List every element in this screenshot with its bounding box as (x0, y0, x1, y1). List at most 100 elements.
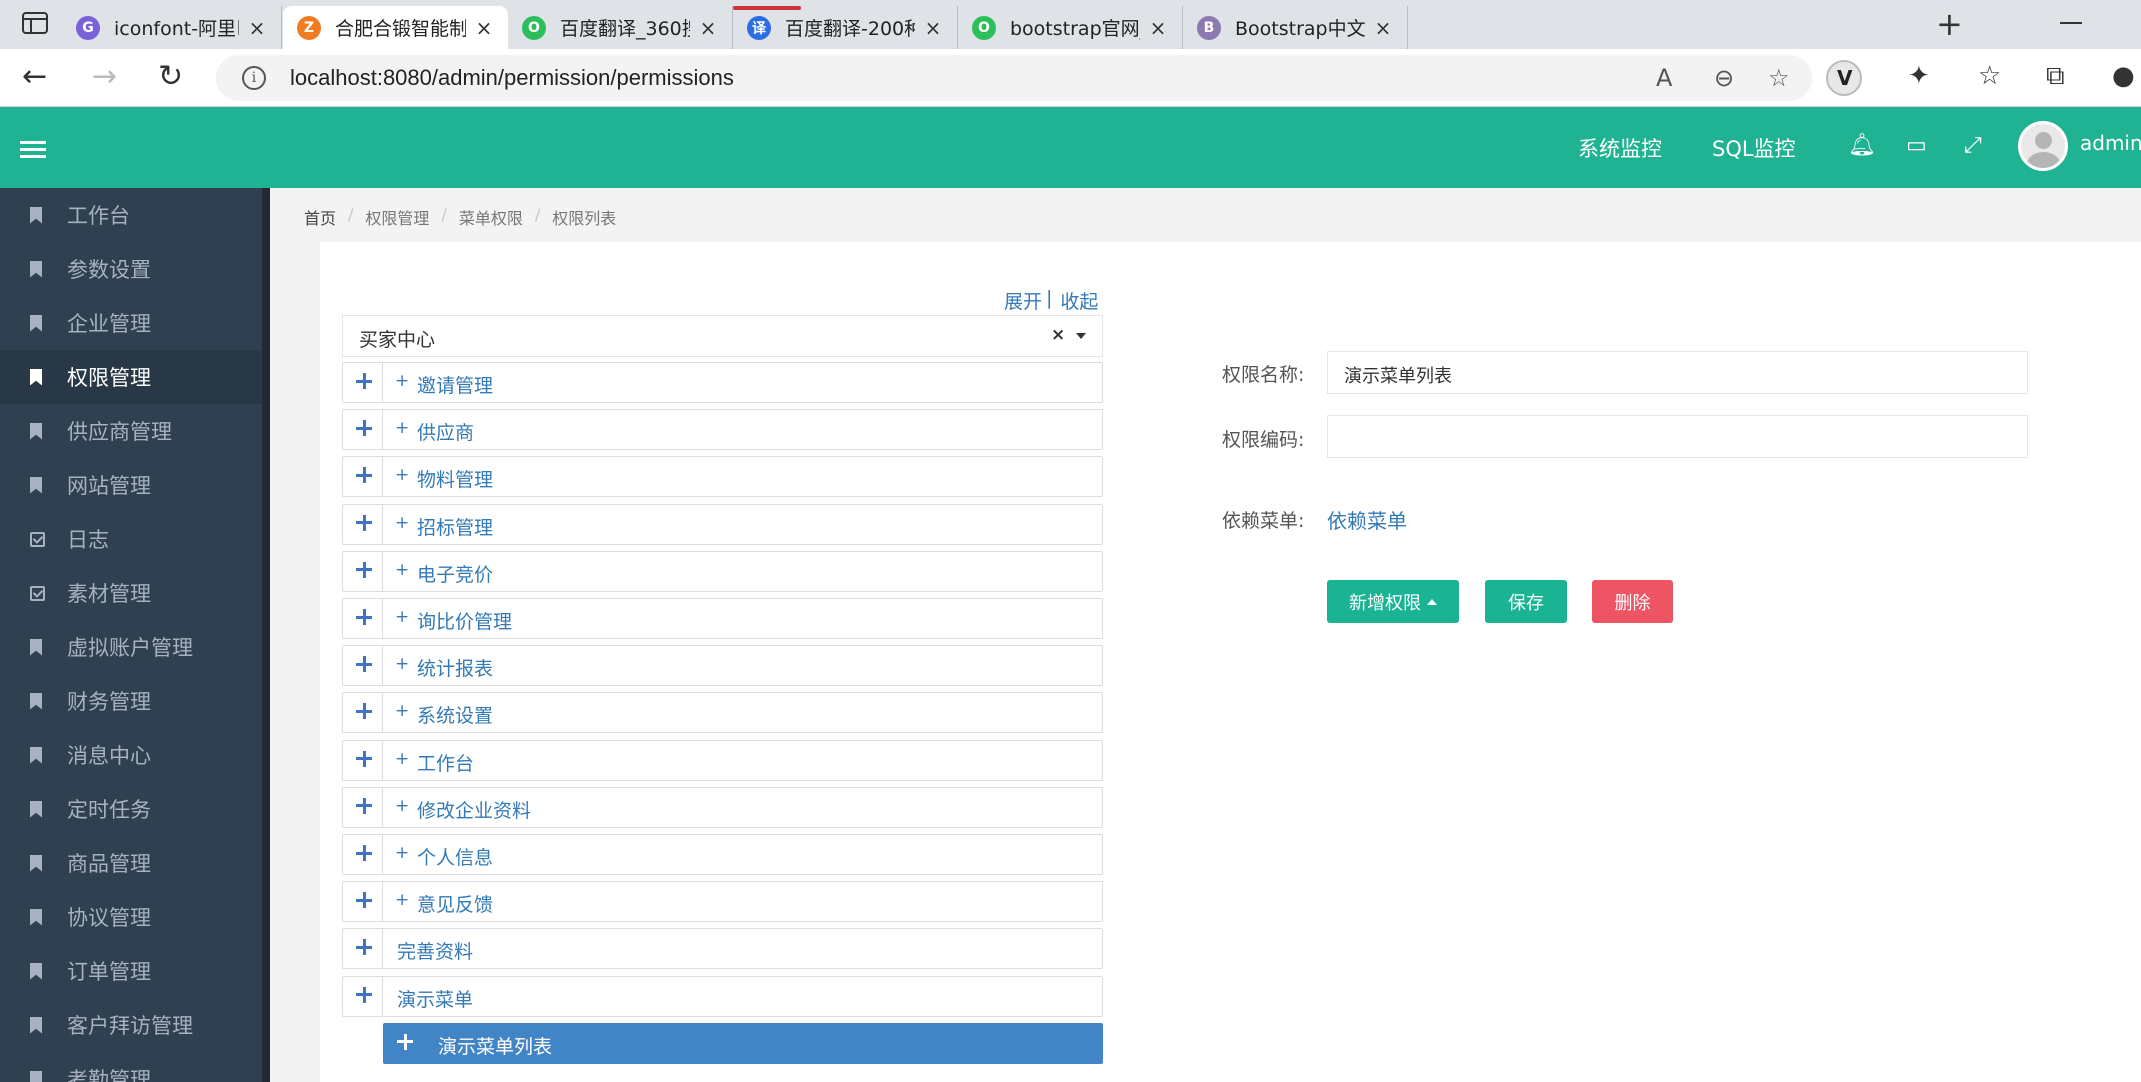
tree-node-label[interactable]: 统计报表 (417, 654, 493, 681)
expand-icon[interactable]: + (395, 749, 409, 769)
save-button[interactable]: 保存 (1485, 580, 1567, 623)
tree-node[interactable]: + 邀请管理 (342, 362, 1103, 403)
close-tab-icon[interactable]: × (474, 16, 494, 40)
tree-node[interactable]: + 物料管理 (342, 456, 1103, 498)
sidebar-item[interactable]: 考勤管理 (0, 1052, 262, 1082)
tree-node-label[interactable]: 意见反馈 (417, 890, 493, 917)
expand-icon[interactable]: + (395, 654, 409, 674)
expand-icon[interactable]: + (395, 701, 409, 721)
browser-tab[interactable]: B Bootstrap中文网 × (1183, 6, 1408, 49)
tree-node[interactable]: 演示菜单列表 (383, 1022, 1103, 1064)
site-info-icon[interactable]: i (242, 66, 266, 90)
drag-handle[interactable] (343, 693, 383, 733)
drag-handle[interactable] (343, 740, 383, 780)
drag-handle[interactable] (343, 457, 383, 497)
expand-icon[interactable]: + (395, 843, 409, 863)
drag-handle[interactable] (343, 835, 383, 874)
reload-icon[interactable]: ↻ (158, 59, 183, 95)
read-aloud-icon[interactable]: A (1656, 64, 1672, 92)
drag-handle[interactable] (343, 976, 383, 1016)
tree-node[interactable]: + 供应商 (342, 409, 1103, 451)
forward-icon[interactable]: → (92, 59, 117, 95)
tree-node-label[interactable]: 个人信息 (417, 843, 493, 870)
drag-handle[interactable] (343, 504, 383, 544)
expand-icon[interactable]: + (395, 418, 409, 438)
sidebar-item[interactable]: 企业管理 (0, 296, 262, 350)
drag-handle[interactable] (343, 599, 383, 638)
drag-handle[interactable] (343, 929, 383, 969)
tree-node[interactable]: + 修改企业资料 (342, 786, 1103, 828)
expand-icon[interactable]: + (395, 607, 409, 627)
close-tab-icon[interactable]: × (1373, 16, 1393, 40)
expand-icon[interactable]: + (395, 796, 409, 816)
drag-handle[interactable] (343, 882, 383, 922)
drag-handle[interactable] (384, 1023, 424, 1063)
drag-handle[interactable] (343, 551, 383, 591)
dependent-menu-link[interactable]: 依赖菜单 (1327, 505, 1407, 534)
minimize-window-icon[interactable] (2060, 22, 2082, 24)
drag-handle[interactable] (343, 410, 383, 450)
drag-handle[interactable] (343, 646, 383, 686)
tree-node[interactable]: + 招标管理 (342, 503, 1103, 545)
tree-node-label[interactable]: 修改企业资料 (417, 796, 531, 823)
sidebar-item[interactable]: 供应商管理 (0, 404, 262, 458)
tree-node-label[interactable]: 电子竞价 (417, 560, 493, 587)
browser-tab[interactable]: 译百度翻译-200种语言互译、 × (733, 6, 958, 49)
tree-node-label[interactable]: 招标管理 (417, 513, 493, 540)
browser-tab[interactable]: Giconfont-阿里巴巴矢量图标 × (62, 6, 282, 49)
vue-devtools-extension-icon[interactable] (1826, 60, 1862, 96)
monitor-icon[interactable]: ▭ (1906, 133, 1927, 158)
tree-node[interactable]: + 统计报表 (342, 645, 1103, 687)
tree-node-label[interactable]: 询比价管理 (417, 607, 512, 634)
breadcrumb-menu-permission[interactable]: 菜单权限 (459, 205, 523, 229)
url-text[interactable]: localhost:8080/admin/permission/permissi… (290, 65, 734, 91)
close-tab-icon[interactable]: × (698, 16, 718, 40)
back-icon[interactable]: ← (22, 59, 47, 95)
sidebar-item[interactable]: 参数设置 (0, 242, 262, 296)
tree-node[interactable]: + 电子竞价 (342, 550, 1103, 592)
browser-tab[interactable]: O 百度翻译_360搜索 × (508, 6, 733, 49)
avatar[interactable] (2018, 121, 2068, 171)
tree-node-label[interactable]: 物料管理 (417, 465, 493, 492)
close-tab-icon[interactable]: × (1148, 16, 1168, 40)
drag-handle[interactable] (343, 787, 383, 827)
tree-node-label[interactable]: 完善资料 (397, 937, 473, 964)
collections-icon[interactable]: ⧉ (2046, 61, 2065, 92)
tree-node[interactable]: + 个人信息 (342, 834, 1103, 875)
sidebar-item[interactable]: 素材管理 (0, 566, 262, 620)
tree-node-label[interactable]: 演示菜单 (397, 985, 473, 1012)
sidebar-item[interactable]: 订单管理 (0, 944, 262, 998)
expand-icon[interactable]: + (395, 560, 409, 580)
tree-node-label[interactable]: 系统设置 (417, 701, 493, 728)
bell-icon[interactable]: 🔔︎ (1848, 133, 1876, 158)
clear-icon[interactable]: × (1051, 325, 1065, 345)
sidebar-item[interactable]: 客户拜访管理 (0, 998, 262, 1052)
menu-toggle-icon[interactable] (20, 141, 46, 159)
sql-monitor-link[interactable]: SQL监控 (1712, 133, 1796, 163)
close-tab-icon[interactable]: × (923, 16, 943, 40)
expand-icon[interactable]: + (395, 890, 409, 910)
user-name[interactable]: admin (2080, 131, 2141, 155)
sidebar-item[interactable]: 商品管理 (0, 836, 262, 890)
sidebar-item[interactable]: 定时任务 (0, 782, 262, 836)
root-menu-select[interactable]: 买家中心 × (342, 315, 1103, 357)
tree-node-label[interactable]: 供应商 (417, 418, 474, 445)
sidebar-item[interactable]: 工作台 (0, 188, 262, 242)
breadcrumb-home[interactable]: 首页 (304, 205, 336, 229)
sidebar-item[interactable]: 日志 (0, 512, 262, 566)
collapse-all-link[interactable]: 收起 (1060, 287, 1098, 314)
profile-icon[interactable]: ● (2112, 61, 2135, 91)
tab-actions-icon[interactable] (22, 12, 48, 34)
tree-node[interactable]: + 意见反馈 (342, 881, 1103, 923)
close-tab-icon[interactable]: × (247, 16, 267, 40)
fullscreen-icon[interactable]: ⤢ (1964, 133, 1982, 158)
permission-code-input[interactable] (1327, 415, 2028, 458)
expand-icon[interactable]: + (395, 371, 409, 391)
sidebar-scrollbar[interactable] (262, 188, 270, 1082)
sidebar-item[interactable]: 虚拟账户管理 (0, 620, 262, 674)
sidebar-item[interactable]: 协议管理 (0, 890, 262, 944)
permission-name-input[interactable]: 演示菜单列表 (1327, 351, 2028, 394)
tree-node-label[interactable]: 演示菜单列表 (438, 1032, 552, 1059)
tree-node[interactable]: + 工作台 (342, 739, 1103, 781)
new-tab-icon[interactable]: + (1936, 8, 1963, 40)
